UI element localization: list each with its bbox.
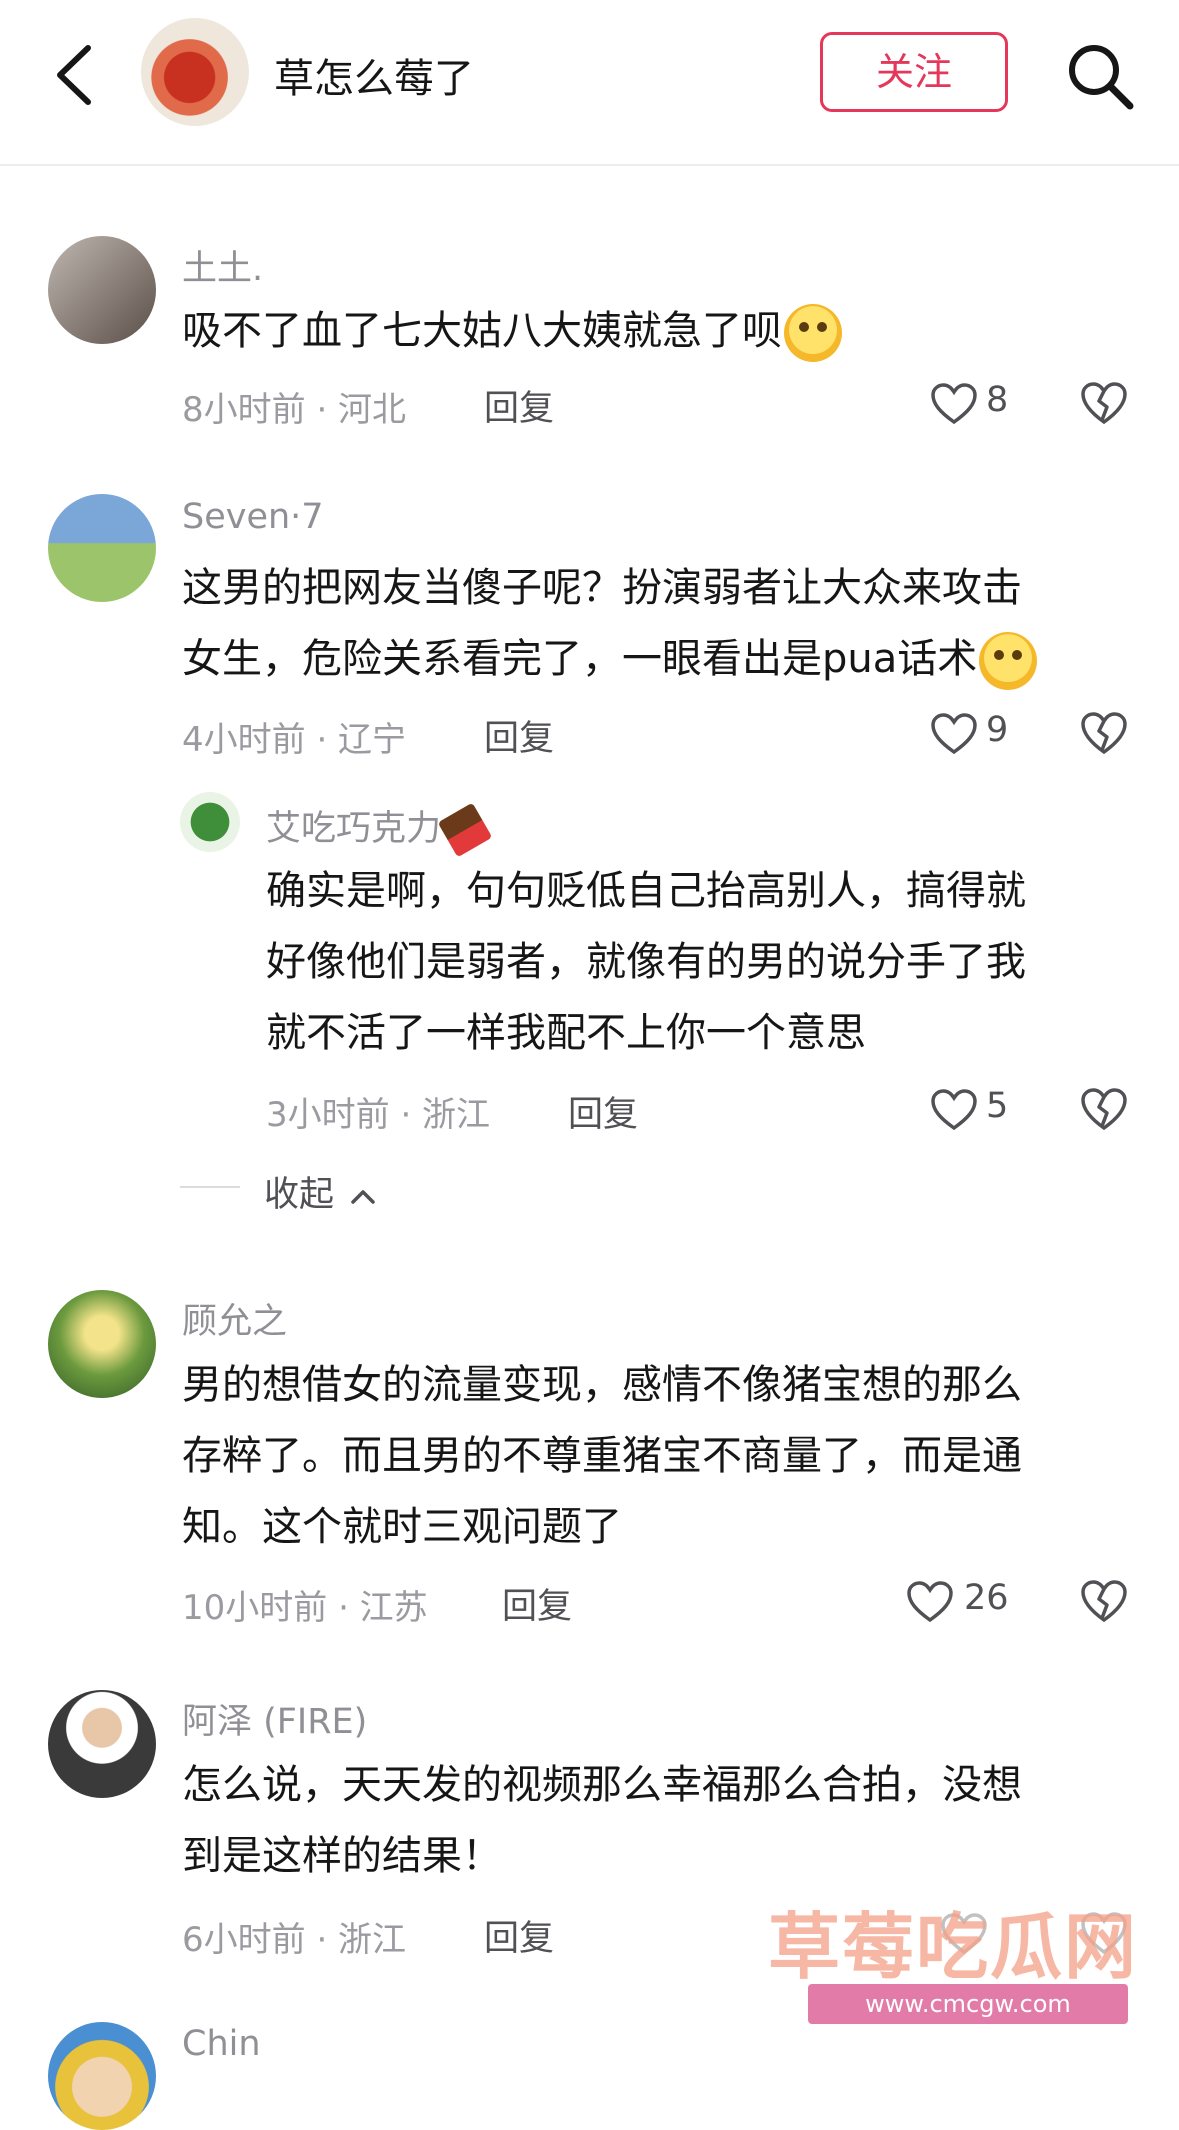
reply-button[interactable]: 回复 — [568, 1086, 638, 1137]
commenter-name[interactable]: Seven·7 — [182, 497, 324, 537]
reply-button[interactable]: 回复 — [484, 710, 554, 761]
account-name[interactable]: 草怎么莓了 — [274, 46, 474, 104]
comment-meta: 4小时前 · 辽宁 — [182, 720, 407, 760]
reply-button[interactable]: 回复 — [484, 380, 554, 431]
heart-icon[interactable] — [906, 1580, 954, 1624]
avatar[interactable] — [48, 1690, 156, 1798]
heart-icon[interactable] — [930, 382, 978, 426]
comment-text: 怎么说，天天发的视频那么幸福那么合拍，没想 到是这样的结果！ — [182, 1762, 1022, 1879]
like-count: 9 — [986, 710, 1009, 750]
like-count: 8 — [986, 380, 1009, 420]
comment-meta: 10小时前 · 江苏 — [182, 1588, 428, 1628]
watermark-url: www.cmcgw.com — [808, 1984, 1128, 2024]
commenter-name[interactable]: 顾允之 — [182, 1293, 287, 1344]
avatar[interactable] — [48, 494, 156, 602]
broken-heart-icon[interactable] — [1080, 1086, 1128, 1132]
chevron-up-icon — [351, 1190, 375, 1204]
commenter-name[interactable]: 阿泽 (FIRE) — [182, 1693, 367, 1744]
reply-button[interactable]: 回复 — [484, 1910, 554, 1961]
broken-heart-icon[interactable] — [1080, 1910, 1128, 1956]
comment-meta: 6小时前 · 浙江 — [182, 1920, 407, 1960]
reply-button[interactable]: 回复 — [502, 1578, 572, 1629]
comment-text: 男的想借女的流量变现，感情不像猪宝想的那么 存粹了。而且男的不尊重猪宝不商量了，… — [182, 1362, 1022, 1550]
avatar[interactable] — [180, 792, 240, 852]
avatar[interactable] — [48, 1290, 156, 1398]
commenter-name[interactable]: 土土. — [182, 240, 263, 291]
broken-heart-icon[interactable] — [1080, 380, 1128, 426]
commenter-name[interactable]: Chin — [182, 2024, 261, 2064]
grimacing-emoji-icon — [979, 632, 1038, 690]
search-icon[interactable] — [1060, 36, 1140, 116]
avatar[interactable] — [48, 2022, 156, 2130]
heart-icon[interactable] — [930, 712, 978, 756]
like-count: 5 — [986, 1086, 1009, 1126]
comment-text: 这男的把网友当傻子呢？扮演弱者让大众来攻击 女生，危险关系看完了，一眼看出是pu… — [182, 553, 1038, 695]
follow-button[interactable]: 关注 — [820, 32, 1008, 112]
thinking-emoji-icon — [784, 304, 842, 362]
collapse-replies-button[interactable]: 收起 — [264, 1166, 377, 1217]
comment-text: 吸不了血了七大姑八大姨就急了呗 — [182, 296, 842, 367]
avatar[interactable] — [48, 236, 156, 344]
comment-text: 确实是啊，句句贬低自己抬高别人，搞得就 好像他们是弱者，就像有的男的说分手了我 … — [266, 868, 1026, 1056]
comment-meta: 3小时前 · 浙江 — [266, 1095, 491, 1135]
broken-heart-icon[interactable] — [1080, 1578, 1128, 1624]
commenter-name: 艾吃巧克力 — [266, 800, 493, 858]
back-arrow-icon[interactable] — [48, 40, 108, 110]
chocolate-emoji-icon — [437, 802, 493, 858]
broken-heart-icon[interactable] — [1080, 710, 1128, 756]
comment-meta: 8小时前 · 河北 — [182, 390, 407, 430]
heart-icon[interactable] — [930, 1088, 978, 1132]
account-avatar[interactable] — [141, 18, 249, 126]
heart-icon[interactable] — [940, 1912, 988, 1956]
divider — [180, 1186, 240, 1188]
like-count: 26 — [964, 1578, 1009, 1618]
top-bar: 草怎么莓了 关注 — [0, 0, 1179, 166]
